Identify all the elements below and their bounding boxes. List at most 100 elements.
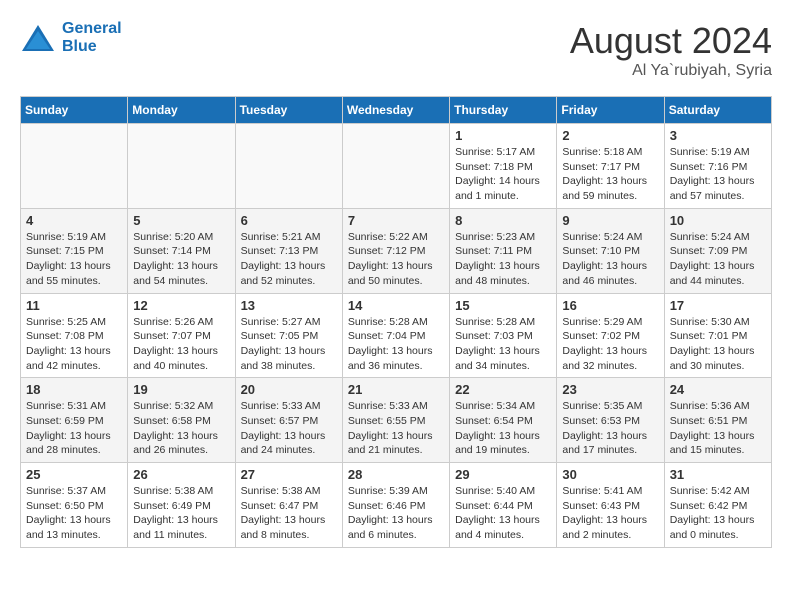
calendar-cell: 8 Sunrise: 5:23 AM Sunset: 7:11 PM Daylig… (450, 208, 557, 293)
day-number: 18 (26, 382, 122, 397)
day-info: Sunrise: 5:36 AM Sunset: 6:51 PM Dayligh… (670, 399, 766, 458)
day-number: 12 (133, 298, 229, 313)
day-number: 14 (348, 298, 444, 313)
day-number: 16 (562, 298, 658, 313)
day-info: Sunrise: 5:28 AM Sunset: 7:03 PM Dayligh… (455, 315, 551, 374)
day-number: 3 (670, 128, 766, 143)
day-info: Sunrise: 5:42 AM Sunset: 6:42 PM Dayligh… (670, 484, 766, 543)
day-info: Sunrise: 5:33 AM Sunset: 6:55 PM Dayligh… (348, 399, 444, 458)
calendar-week-3: 11Sunrise: 5:25 AM Sunset: 7:08 PM Dayli… (21, 293, 772, 378)
calendar-cell: 7 Sunrise: 5:22 AM Sunset: 7:12 PM Daylig… (342, 208, 449, 293)
weekday-sunday: Sunday (21, 97, 128, 124)
calendar-cell: 9Sunrise: 5:24 AM Sunset: 7:10 PM Daylig… (557, 208, 664, 293)
weekday-friday: Friday (557, 97, 664, 124)
day-info: Sunrise: 5:19 AM Sunset: 7:15 PM Dayligh… (26, 230, 122, 289)
day-info: Sunrise: 5:37 AM Sunset: 6:50 PM Dayligh… (26, 484, 122, 543)
day-number: 15 (455, 298, 551, 313)
day-number: 25 (26, 467, 122, 482)
calendar-cell (21, 124, 128, 209)
day-info: Sunrise: 5:26 AM Sunset: 7:07 PM Dayligh… (133, 315, 229, 374)
calendar-cell: 28 Sunrise: 5:39 AM Sunset: 6:46 PM Dayli… (342, 463, 449, 548)
calendar-cell: 3Sunrise: 5:19 AM Sunset: 7:16 PM Daylig… (664, 124, 771, 209)
calendar-cell: 14 Sunrise: 5:28 AM Sunset: 7:04 PM Dayli… (342, 293, 449, 378)
day-number: 31 (670, 467, 766, 482)
day-info: Sunrise: 5:17 AM Sunset: 7:18 PM Dayligh… (455, 145, 551, 204)
day-info: Sunrise: 5:25 AM Sunset: 7:08 PM Dayligh… (26, 315, 122, 374)
calendar-cell: 29Sunrise: 5:40 AM Sunset: 6:44 PM Dayli… (450, 463, 557, 548)
weekday-tuesday: Tuesday (235, 97, 342, 124)
day-info: Sunrise: 5:39 AM Sunset: 6:46 PM Dayligh… (348, 484, 444, 543)
weekday-monday: Monday (128, 97, 235, 124)
page-header: General Blue August 2024 Al Ya`rubiyah, … (20, 20, 772, 80)
calendar-cell: 5Sunrise: 5:20 AM Sunset: 7:14 PM Daylig… (128, 208, 235, 293)
day-number: 23 (562, 382, 658, 397)
day-number: 28 (348, 467, 444, 482)
day-info: Sunrise: 5:31 AM Sunset: 6:59 PM Dayligh… (26, 399, 122, 458)
logo-text: General Blue (62, 20, 122, 56)
day-number: 17 (670, 298, 766, 313)
location: Al Ya`rubiyah, Syria (570, 62, 772, 80)
calendar-cell (342, 124, 449, 209)
day-number: 29 (455, 467, 551, 482)
day-info: Sunrise: 5:22 AM Sunset: 7:12 PM Dayligh… (348, 230, 444, 289)
calendar-week-1: 1 Sunrise: 5:17 AM Sunset: 7:18 PM Daylig… (21, 124, 772, 209)
day-info: Sunrise: 5:33 AM Sunset: 6:57 PM Dayligh… (241, 399, 337, 458)
day-number: 20 (241, 382, 337, 397)
day-number: 30 (562, 467, 658, 482)
calendar-cell: 6Sunrise: 5:21 AM Sunset: 7:13 PM Daylig… (235, 208, 342, 293)
calendar-cell: 27Sunrise: 5:38 AM Sunset: 6:47 PM Dayli… (235, 463, 342, 548)
day-number: 22 (455, 382, 551, 397)
calendar-cell: 23 Sunrise: 5:35 AM Sunset: 6:53 PM Dayli… (557, 378, 664, 463)
calendar-cell: 16 Sunrise: 5:29 AM Sunset: 7:02 PM Dayli… (557, 293, 664, 378)
calendar-cell: 21 Sunrise: 5:33 AM Sunset: 6:55 PM Dayli… (342, 378, 449, 463)
day-info: Sunrise: 5:20 AM Sunset: 7:14 PM Dayligh… (133, 230, 229, 289)
day-number: 13 (241, 298, 337, 313)
day-info: Sunrise: 5:38 AM Sunset: 6:47 PM Dayligh… (241, 484, 337, 543)
day-info: Sunrise: 5:27 AM Sunset: 7:05 PM Dayligh… (241, 315, 337, 374)
calendar-cell: 26 Sunrise: 5:38 AM Sunset: 6:49 PM Dayli… (128, 463, 235, 548)
day-number: 2 (562, 128, 658, 143)
calendar-week-4: 18 Sunrise: 5:31 AM Sunset: 6:59 PM Dayli… (21, 378, 772, 463)
calendar-cell: 10Sunrise: 5:24 AM Sunset: 7:09 PM Dayli… (664, 208, 771, 293)
day-number: 6 (241, 213, 337, 228)
title-block: August 2024 Al Ya`rubiyah, Syria (570, 20, 772, 80)
day-number: 8 (455, 213, 551, 228)
day-info: Sunrise: 5:28 AM Sunset: 7:04 PM Dayligh… (348, 315, 444, 374)
day-number: 21 (348, 382, 444, 397)
calendar-cell: 31 Sunrise: 5:42 AM Sunset: 6:42 PM Dayli… (664, 463, 771, 548)
month-title: August 2024 (570, 20, 772, 62)
day-number: 9 (562, 213, 658, 228)
day-number: 19 (133, 382, 229, 397)
calendar-week-5: 25 Sunrise: 5:37 AM Sunset: 6:50 PM Dayli… (21, 463, 772, 548)
day-number: 26 (133, 467, 229, 482)
calendar-cell (128, 124, 235, 209)
weekday-wednesday: Wednesday (342, 97, 449, 124)
day-info: Sunrise: 5:24 AM Sunset: 7:09 PM Dayligh… (670, 230, 766, 289)
day-number: 1 (455, 128, 551, 143)
calendar-cell: 22 Sunrise: 5:34 AM Sunset: 6:54 PM Dayli… (450, 378, 557, 463)
calendar-cell: 15 Sunrise: 5:28 AM Sunset: 7:03 PM Dayli… (450, 293, 557, 378)
day-info: Sunrise: 5:23 AM Sunset: 7:11 PM Dayligh… (455, 230, 551, 289)
logo: General Blue (20, 20, 122, 56)
calendar-table: SundayMondayTuesdayWednesdayThursdayFrid… (20, 96, 772, 548)
day-info: Sunrise: 5:29 AM Sunset: 7:02 PM Dayligh… (562, 315, 658, 374)
calendar-cell: 4 Sunrise: 5:19 AM Sunset: 7:15 PM Daylig… (21, 208, 128, 293)
day-info: Sunrise: 5:38 AM Sunset: 6:49 PM Dayligh… (133, 484, 229, 543)
logo-icon (20, 23, 56, 53)
day-number: 4 (26, 213, 122, 228)
calendar-cell: 24 Sunrise: 5:36 AM Sunset: 6:51 PM Dayli… (664, 378, 771, 463)
calendar-cell: 30 Sunrise: 5:41 AM Sunset: 6:43 PM Dayli… (557, 463, 664, 548)
calendar-cell: 25 Sunrise: 5:37 AM Sunset: 6:50 PM Dayli… (21, 463, 128, 548)
calendar-cell: 1 Sunrise: 5:17 AM Sunset: 7:18 PM Daylig… (450, 124, 557, 209)
day-number: 7 (348, 213, 444, 228)
day-info: Sunrise: 5:34 AM Sunset: 6:54 PM Dayligh… (455, 399, 551, 458)
day-info: Sunrise: 5:35 AM Sunset: 6:53 PM Dayligh… (562, 399, 658, 458)
calendar-week-2: 4 Sunrise: 5:19 AM Sunset: 7:15 PM Daylig… (21, 208, 772, 293)
calendar-cell: 18 Sunrise: 5:31 AM Sunset: 6:59 PM Dayli… (21, 378, 128, 463)
day-number: 24 (670, 382, 766, 397)
calendar-cell (235, 124, 342, 209)
calendar-cell: 19Sunrise: 5:32 AM Sunset: 6:58 PM Dayli… (128, 378, 235, 463)
day-info: Sunrise: 5:18 AM Sunset: 7:17 PM Dayligh… (562, 145, 658, 204)
calendar-cell: 12 Sunrise: 5:26 AM Sunset: 7:07 PM Dayli… (128, 293, 235, 378)
day-info: Sunrise: 5:41 AM Sunset: 6:43 PM Dayligh… (562, 484, 658, 543)
